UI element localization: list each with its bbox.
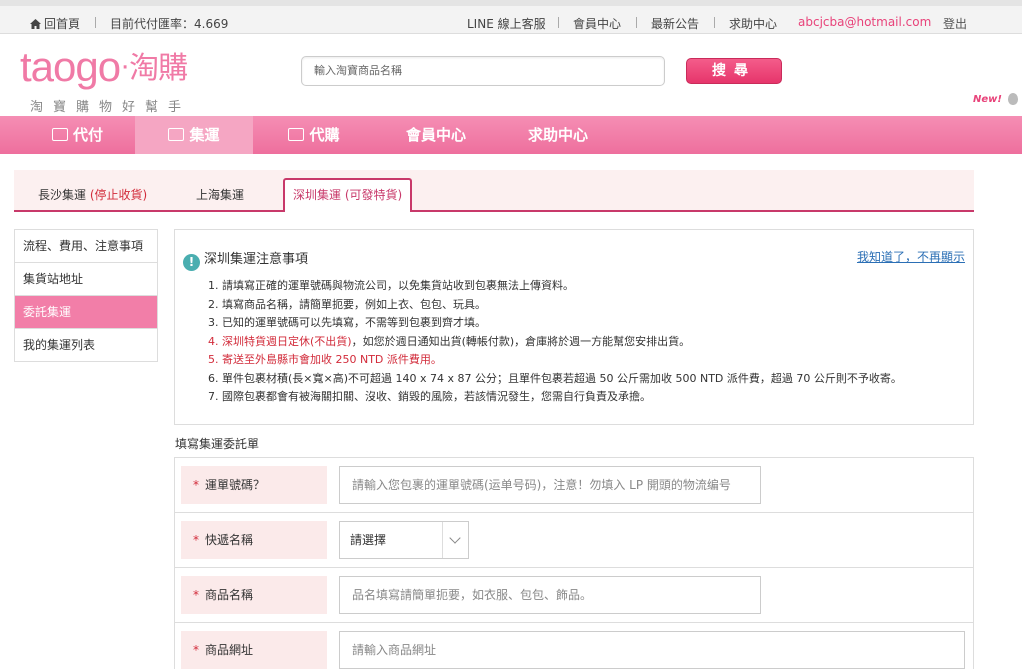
sidebar-item-process[interactable]: 流程、費用、注意事項 bbox=[15, 230, 157, 263]
notice-title: ! 深圳集運注意事項 bbox=[183, 248, 308, 271]
form-row-tracking: * 運單號碼？ 請輸入您包裹的運單號碼(运单号码)，注意！勿填入 LP 開頭的物流… bbox=[175, 458, 973, 513]
box-icon bbox=[168, 128, 185, 141]
label-text: 快遞名稱 bbox=[205, 533, 254, 547]
logo-cn: 淘購 bbox=[129, 52, 188, 85]
info-icon: ! bbox=[183, 254, 200, 271]
main-nav: 代付 集運 代購 會員中心 求助中心 bbox=[0, 116, 1022, 154]
courier-select-value: 請選擇 bbox=[350, 533, 387, 547]
tracking-label: * 運單號碼？ bbox=[181, 466, 327, 504]
label-text: 商品名稱 bbox=[205, 588, 254, 602]
divider bbox=[636, 17, 637, 28]
apple-icon bbox=[1008, 93, 1018, 105]
card-icon bbox=[51, 128, 68, 141]
notice-panel: ! 深圳集運注意事項 我知道了，不再顯示 1. 請填寫正確的運單號碼與物流公司，以… bbox=[174, 229, 974, 425]
dismiss-link[interactable]: 我知道了，不再顯示 bbox=[857, 248, 965, 265]
sidebar: 流程、費用、注意事項 集貨站地址 委託集運 我的集運列表 bbox=[14, 229, 158, 362]
sidebar-item-address[interactable]: 集貨站地址 bbox=[15, 263, 157, 296]
sidebar-item-list[interactable]: 我的集運列表 bbox=[15, 329, 157, 362]
notice-title-text: 深圳集運注意事項 bbox=[204, 252, 309, 267]
list-item-text: ，如您於週日通知出貨(轉帳付款)，倉庫將於週一方能幫您安排出貨。 bbox=[351, 334, 691, 348]
tab-note: (停止收貨) bbox=[89, 188, 148, 202]
logo-dot: · bbox=[120, 49, 130, 82]
url-input[interactable]: 請輸入商品網址 bbox=[339, 631, 965, 669]
nav-item-member[interactable]: 會員中心 bbox=[375, 116, 497, 154]
divider bbox=[714, 17, 715, 28]
line-support-link[interactable]: LINE 線上客服 bbox=[467, 15, 546, 32]
list-item: 1. 請填寫正確的運單號碼與物流公司，以免集貨站收到包裹無法上傳資料。 bbox=[208, 279, 574, 292]
search-input[interactable]: 輸入淘寶商品名稱 bbox=[301, 56, 665, 86]
list-item: 2. 填寫商品名稱，請簡單扼要，例如上衣、包包、玩具。 bbox=[208, 297, 486, 311]
help-link[interactable]: 求助中心 bbox=[729, 15, 777, 32]
chevron-down-icon bbox=[442, 522, 468, 558]
nav-label: 代付 bbox=[72, 126, 103, 144]
label-text: 運單號碼？ bbox=[205, 478, 266, 492]
logo-en: taogo bbox=[20, 43, 121, 90]
tab-label: 長沙集運 bbox=[38, 188, 87, 202]
list-item: 3. 已知的運單號碼可以先填寫，不需等到包裹到齊才填。 bbox=[208, 316, 486, 329]
nav-item-payment[interactable]: 代付 bbox=[20, 116, 135, 154]
nav-item-help[interactable]: 求助中心 bbox=[497, 116, 619, 154]
list-item: 7. 國際包裹都會有被海關扣關、沒收、銷毀的風險，若該情況發生，您需自行負責及承… bbox=[208, 390, 651, 403]
divider bbox=[558, 17, 559, 28]
logo-slogan: 淘寶購物好幫手 bbox=[30, 100, 192, 115]
nav-item-consolidation[interactable]: 集運 bbox=[135, 116, 253, 154]
product-label: * 商品名稱 bbox=[181, 576, 327, 614]
logout-link[interactable]: 登出 bbox=[943, 15, 967, 32]
required-mark: * bbox=[193, 588, 199, 602]
tab-shenzhen[interactable]: 深圳集運 (可發特貨) bbox=[283, 178, 413, 212]
label-text: 商品網址 bbox=[205, 643, 254, 657]
nav-item-purchase[interactable]: 代購 bbox=[253, 116, 375, 154]
tab-label: 上海集運 bbox=[196, 188, 245, 202]
list-item: 6. 單件包裹材積(長×寬×高)不可超過 140 x 74 x 87 公分；且單… bbox=[208, 371, 902, 385]
required-mark: * bbox=[193, 533, 199, 547]
list-item: 4. 深圳特貨週日定休(不出貨)，如您於週日通知出貨(轉帳付款)，倉庫將於週一方… bbox=[208, 333, 902, 352]
logo[interactable]: taogo·淘購 淘寶購物好幫手 bbox=[20, 44, 192, 116]
header: taogo·淘購 淘寶購物好幫手 輸入淘寶商品名稱 搜尋 New! bbox=[0, 34, 1022, 116]
search-button[interactable]: 搜尋 bbox=[686, 58, 782, 84]
url-label: * 商品網址 bbox=[181, 631, 327, 669]
form-title: 填寫集運委託單 bbox=[175, 437, 260, 451]
tab-shanghai[interactable]: 上海集運 bbox=[196, 180, 244, 212]
cart-icon bbox=[288, 128, 305, 141]
notice-list: 1. 請填寫正確的運單號碼與物流公司，以免集貨站收到包裹無法上傳資料。 2. 填… bbox=[208, 277, 902, 407]
nav-label: 代購 bbox=[309, 126, 340, 144]
member-center-link[interactable]: 會員中心 bbox=[573, 15, 621, 32]
courier-label: * 快遞名稱 bbox=[181, 521, 327, 559]
courier-select[interactable]: 請選擇 bbox=[339, 521, 469, 559]
logo-wordmark: taogo·淘購 bbox=[20, 44, 191, 91]
new-badge: New! bbox=[973, 94, 1002, 105]
tracking-input[interactable]: 請輸入您包裹的運單號碼(运单号码)，注意！勿填入 LP 開頭的物流编号 bbox=[339, 466, 761, 504]
warehouse-tabs: 長沙集運 (停止收貨) 上海集運 深圳集運 (可發特貨) bbox=[14, 170, 974, 212]
form-row-url: * 商品網址 請輸入商品網址 bbox=[175, 623, 973, 669]
home-link[interactable]: 回首頁 bbox=[30, 15, 80, 32]
home-link-label: 回首頁 bbox=[44, 17, 81, 31]
top-bar: 回首頁 目前代付匯率：4.669 LINE 線上客服 會員中心 最新公告 求助中… bbox=[0, 0, 1022, 34]
tab-changsha[interactable]: 長沙集運 (停止收貨) bbox=[38, 180, 147, 212]
exchange-rate: 目前代付匯率：4.669 bbox=[110, 17, 229, 31]
news-link[interactable]: 最新公告 bbox=[651, 15, 699, 32]
divider bbox=[95, 17, 96, 28]
list-item-highlight: 4. 深圳特貨週日定休(不出貨) bbox=[208, 334, 352, 348]
nav-label: 集運 bbox=[189, 126, 220, 144]
tab-label: 深圳集運 bbox=[293, 188, 342, 202]
form-row-courier: * 快遞名稱 請選擇 bbox=[175, 513, 973, 568]
sidebar-item-consign[interactable]: 委託集運 bbox=[15, 296, 157, 329]
required-mark: * bbox=[193, 643, 199, 657]
required-mark: * bbox=[193, 478, 199, 492]
consign-form: * 運單號碼？ 請輸入您包裹的運單號碼(运单号码)，注意！勿填入 LP 開頭的物流… bbox=[174, 457, 974, 669]
tab-note: (可發特貨) bbox=[344, 188, 403, 202]
product-input[interactable]: 品名填寫請簡單扼要，如衣服、包包、飾品。 bbox=[339, 576, 761, 614]
home-icon bbox=[30, 19, 41, 29]
form-row-product: * 商品名稱 品名填寫請簡單扼要，如衣服、包包、飾品。 bbox=[175, 568, 973, 623]
user-email[interactable]: abcjcba@hotmail.com bbox=[798, 15, 931, 29]
list-item: 5. 寄送至外島縣市會加收 250 NTD 派件費用。 bbox=[208, 353, 442, 366]
